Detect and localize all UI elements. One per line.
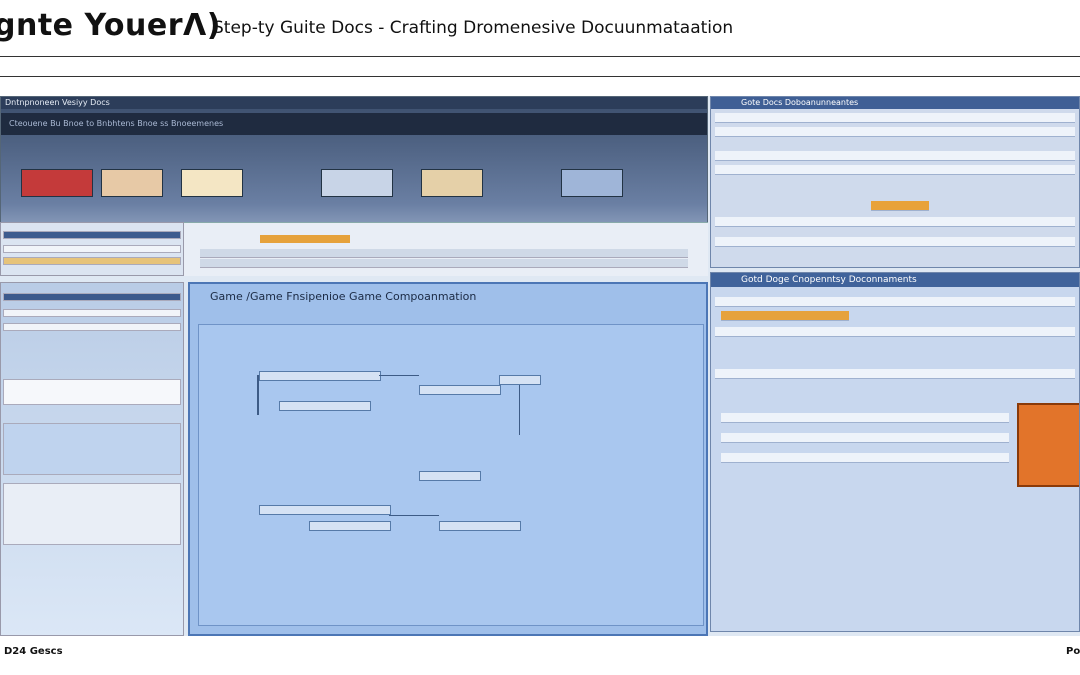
graph-connection [389, 515, 439, 516]
document-window-bottom-right[interactable]: Gotd Doge Cnopenntsy Doconnaments [710, 272, 1080, 632]
table-row[interactable] [715, 217, 1075, 227]
graph-node[interactable] [259, 371, 381, 381]
asset-thumbnail[interactable] [101, 169, 163, 197]
table-row[interactable] [715, 237, 1075, 247]
graph-node[interactable] [309, 521, 391, 531]
list-item[interactable] [200, 249, 688, 258]
node-canvas[interactable] [198, 324, 704, 626]
header-divider [0, 56, 1080, 57]
table-row[interactable] [715, 127, 1075, 137]
document-window-top-right[interactable]: Gote Docs Doboanunneantes [710, 96, 1080, 268]
asset-thumbnail[interactable] [181, 169, 243, 197]
graph-node[interactable] [419, 385, 501, 395]
window-title: Game /Game Fnsipenioe Game Compoanmation [210, 290, 477, 303]
table-row[interactable] [715, 151, 1075, 161]
sidebar-panel[interactable] [0, 282, 184, 636]
graph-connection [379, 375, 419, 376]
table-row[interactable] [721, 413, 1009, 423]
table-row[interactable] [715, 297, 1075, 307]
page-title: Step-ty Guite Docs - Crafting Dromenesiv… [213, 18, 734, 38]
list-item[interactable] [3, 423, 181, 475]
node-editor-window[interactable]: Game /Game Fnsipenioe Game Compoanmation [188, 282, 708, 636]
list-item[interactable] [3, 257, 181, 265]
window-titlebar[interactable]: Gotd Doge Cnopenntsy Doconnaments [711, 273, 1079, 287]
panel-header [3, 293, 181, 301]
panel-header [3, 231, 181, 239]
graph-connection [257, 375, 259, 415]
graph-node[interactable] [499, 375, 541, 385]
window-titlebar[interactable]: Gote Docs Doboanunneantes [711, 97, 1079, 109]
asset-thumbnail[interactable] [321, 169, 393, 197]
window-titlebar[interactable]: Dntnpnoneen Vesiyy Docs [1, 97, 707, 109]
table-row[interactable] [715, 113, 1075, 123]
screenshot-collage: Dntnpnoneen Vesiyy Docs Cteouene Bu Bnoe… [0, 96, 1080, 636]
warning-panel[interactable] [1017, 403, 1079, 487]
page-header: gnte YouerΛ) Step-ty Guite Docs - Crafti… [0, 0, 1080, 58]
footer-link[interactable]: Po [1066, 646, 1080, 657]
list-item[interactable] [3, 323, 181, 331]
table-row[interactable] [715, 327, 1075, 337]
asset-thumbnail[interactable] [21, 169, 93, 197]
highlight-bar [260, 235, 350, 243]
site-logo[interactable]: gnte YouerΛ) [0, 8, 221, 43]
table-row[interactable] [715, 369, 1075, 379]
asset-thumbnail[interactable] [421, 169, 483, 197]
graph-node[interactable] [439, 521, 521, 531]
graph-node[interactable] [419, 471, 481, 481]
table-row[interactable] [721, 433, 1009, 443]
highlight-row[interactable] [871, 201, 929, 211]
graph-node[interactable] [279, 401, 371, 411]
graph-node[interactable] [259, 505, 391, 515]
table-row[interactable] [715, 165, 1075, 175]
asset-thumbnail[interactable] [561, 169, 623, 197]
window-toolbar[interactable]: Cteouene Bu Bnoe to Bnbhtens Bnoe ss Bno… [1, 113, 707, 135]
list-item[interactable] [3, 245, 181, 253]
footer-brand[interactable]: D24 Gescs [4, 646, 63, 657]
graph-connection [519, 385, 520, 435]
header-divider-lower [0, 76, 1080, 77]
list-item[interactable] [200, 259, 688, 268]
highlight-row[interactable] [721, 311, 849, 321]
layer-panel[interactable] [0, 222, 184, 276]
table-row[interactable] [721, 453, 1009, 463]
list-item[interactable] [3, 379, 181, 405]
list-item[interactable] [3, 483, 181, 545]
list-item[interactable] [3, 309, 181, 317]
